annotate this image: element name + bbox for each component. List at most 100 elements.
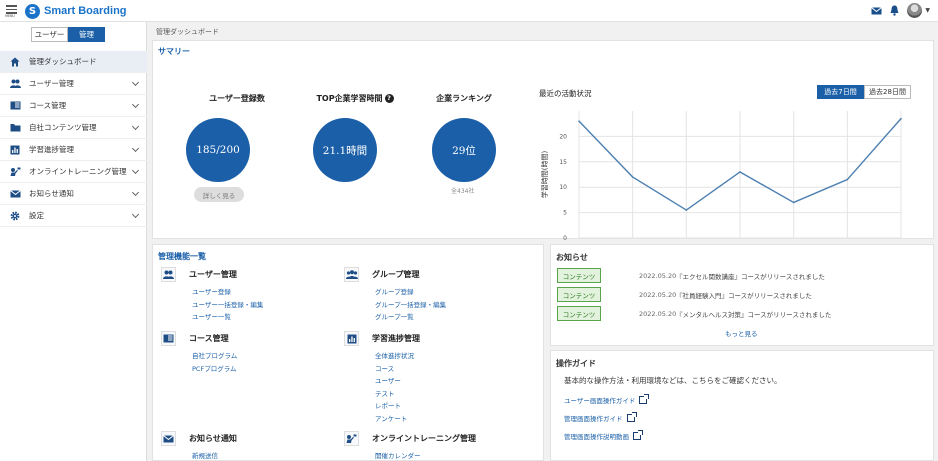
caret-down-icon[interactable]: ▼ [925, 7, 930, 14]
mail-icon[interactable] [871, 6, 883, 15]
sidebar-item-label: 設定 [29, 211, 44, 220]
guide-title: 操作ガイド [556, 359, 596, 368]
sidebar-item-dashboard[interactable]: 管理ダッシュボード [0, 51, 147, 73]
logo-mark: S [25, 3, 40, 19]
user-guide-link[interactable]: ユーザー画面操作ガイド [564, 394, 650, 405]
feature-group-title: オンライントレーニング管理 [372, 434, 476, 443]
admin-video-link[interactable]: 管理画面操作説明動画 [564, 430, 643, 441]
data-point [578, 120, 580, 122]
chevron-down-icon [131, 210, 140, 219]
sidebar-item-label: 管理ダッシュボード [29, 57, 97, 66]
hamburger-menu-button[interactable]: MENU [5, 3, 19, 19]
data-point [792, 201, 795, 204]
news-item[interactable]: コンテンツ 2022.05.20 『エクセル関数講座』コースがリリースされました [557, 268, 825, 283]
feature-link[interactable]: アンケート [375, 413, 414, 426]
feature-group-title: お知らせ通知 [189, 434, 237, 443]
ranking-total: 全434社 [451, 188, 475, 195]
news-text[interactable]: 『エクセル関数講座』コースがリリースされました [676, 271, 825, 281]
view-toggle: ユーザー 管理 [31, 27, 105, 42]
activity-title: 最近の活動状況 [539, 89, 592, 98]
feature-group-title: 学習進捗管理 [372, 334, 420, 343]
stat-label-users: ユーザー登録数 [209, 94, 265, 103]
feature-link[interactable]: ユーザー一覧 [192, 311, 263, 324]
home-icon [9, 56, 21, 68]
feature-link[interactable]: ユーザー一括登録・編集 [192, 299, 263, 312]
feature-link[interactable]: グループ一覧 [375, 311, 446, 324]
book-icon [9, 100, 21, 112]
bell-icon[interactable] [890, 5, 899, 16]
activity-line-chart: 0510152005/2305/2205/2105/2005/1905/1805… [540, 111, 910, 252]
book-icon [161, 331, 176, 346]
main-content: 管理ダッシュボード サマリー ユーザー登録数 185/200 詳しく見る TOP… [148, 22, 938, 461]
guide-description: 基本的な操作方法・利用環境などは、こちらをご確認ください。 [564, 376, 782, 385]
stat-circle-ranking: 29位 [432, 118, 496, 182]
news-date: 2022.05.20 [639, 271, 677, 280]
data-point [846, 178, 849, 181]
y-tick-label: 15 [559, 159, 567, 166]
sidebar-item-progress[interactable]: 学習進捗管理 [0, 139, 147, 161]
feature-link[interactable]: テスト [375, 388, 414, 401]
feature-group-title: ユーザー管理 [189, 270, 237, 279]
avatar[interactable] [907, 3, 923, 18]
sidebar: ユーザー 管理 管理ダッシュボード ユーザー管理 コース管理 自社コンテンツ管理… [0, 22, 147, 461]
toggle-user-button[interactable]: ユーザー [31, 27, 68, 42]
feature-link[interactable]: 開催カレンダー [375, 450, 421, 461]
feature-link[interactable]: コース [375, 363, 414, 376]
data-point [739, 171, 741, 173]
sidebar-item-label: お知らせ通知 [29, 189, 74, 198]
feature-group-title: コース管理 [189, 334, 229, 343]
features-title: 管理機能一覧 [158, 252, 206, 261]
data-point [685, 209, 688, 211]
content-tag: コンテンツ [557, 287, 601, 302]
feature-link[interactable]: レポート [375, 400, 414, 413]
chevron-down-icon [131, 188, 140, 197]
guide-panel: 操作ガイド 基本的な操作方法・利用環境などは、こちらをご確認ください。 ユーザー… [550, 350, 934, 461]
y-tick-label: 20 [559, 133, 567, 140]
range-28-days-button[interactable]: 過去28日間 [864, 85, 911, 99]
summary-panel: サマリー ユーザー登録数 185/200 詳しく見る TOP企業学習時間? 21… [152, 40, 934, 252]
range-toggle: 過去7日間 過去28日間 [817, 85, 911, 99]
users-icon [9, 78, 21, 90]
news-text[interactable]: 『メンタルヘルス対策』コースがリリースされました [676, 309, 831, 319]
stat-circle-users: 185/200 [186, 118, 250, 182]
news-item[interactable]: コンテンツ 2022.05.20 『社員経験入門』コースがリリースされました [557, 287, 812, 302]
news-item[interactable]: コンテンツ 2022.05.20 『メンタルヘルス対策』コースがリリースされまし… [557, 306, 831, 321]
feature-link[interactable]: PCFプログラム [192, 363, 237, 376]
mail-icon [161, 431, 176, 446]
summary-title: サマリー [158, 47, 190, 56]
feature-link[interactable]: 新規送信 [192, 450, 218, 461]
sidebar-nav: 管理ダッシュボード ユーザー管理 コース管理 自社コンテンツ管理 学習進捗管理 … [0, 51, 147, 227]
external-link-icon [633, 430, 643, 440]
sidebar-item-notifications[interactable]: お知らせ通知 [0, 183, 147, 205]
feature-link[interactable]: グループ登録 [375, 286, 446, 299]
chevron-down-icon [131, 78, 140, 87]
sidebar-item-users[interactable]: ユーザー管理 [0, 73, 147, 95]
news-date: 2022.05.20 [639, 290, 677, 299]
sidebar-item-courses[interactable]: コース管理 [0, 95, 147, 117]
details-button[interactable]: 詳しく見る [194, 187, 244, 202]
feature-link[interactable]: 自社プログラム [192, 350, 237, 363]
toggle-admin-button[interactable]: 管理 [68, 27, 105, 42]
feature-link[interactable]: グループ一括登録・編集 [375, 299, 446, 312]
sidebar-item-contents[interactable]: 自社コンテンツ管理 [0, 117, 147, 139]
bar-chart-icon [9, 144, 21, 156]
news-text[interactable]: 『社員経験入門』コースがリリースされました [676, 290, 812, 300]
feature-link[interactable]: 全体進捗状況 [375, 350, 414, 363]
features-panel: 管理機能一覧 ユーザー管理 ユーザー登録 ユーザー一括登録・編集 ユーザー一覧 … [152, 244, 544, 461]
sidebar-item-settings[interactable]: 設定 [0, 205, 147, 227]
range-7-days-button[interactable]: 過去7日間 [817, 85, 864, 99]
external-link-icon [639, 394, 650, 404]
sidebar-item-online-training[interactable]: オンライントレーニング管理 [0, 161, 147, 183]
more-news-link[interactable]: もっと見る [725, 328, 758, 338]
y-tick-label: 5 [563, 210, 567, 217]
breadcrumb: 管理ダッシュボード [156, 28, 219, 36]
folder-icon [9, 122, 21, 134]
help-icon: ? [384, 94, 394, 103]
feature-link[interactable]: ユーザー [375, 375, 414, 388]
chevron-down-icon [131, 100, 140, 109]
data-point [900, 117, 902, 120]
y-tick-label: 10 [559, 184, 567, 191]
admin-guide-link[interactable]: 管理画面操作ガイド [564, 412, 637, 423]
logo[interactable]: S Smart Boarding [25, 3, 127, 19]
feature-link[interactable]: ユーザー登録 [192, 286, 263, 299]
